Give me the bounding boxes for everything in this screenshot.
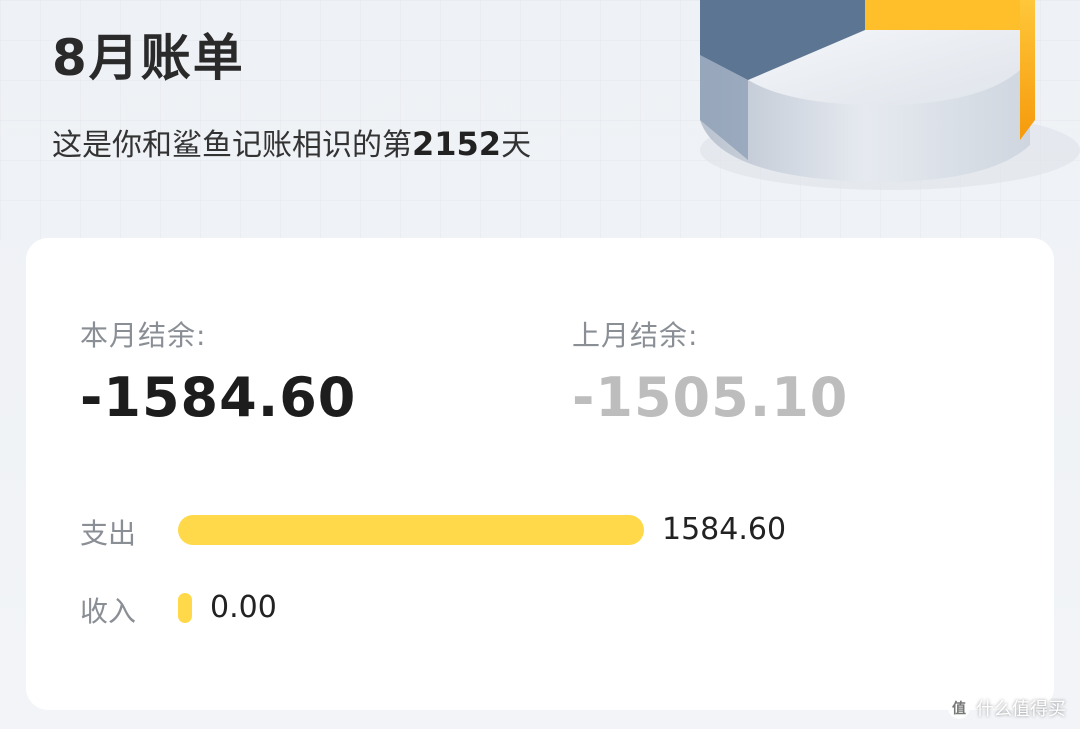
days-count: 2152 [412, 125, 502, 163]
income-label: 收入 [80, 595, 137, 628]
current-balance-value: -1584.60 [80, 366, 357, 429]
previous-balance-value: -1505.10 [572, 366, 849, 429]
subtitle-suffix: 天 [501, 128, 532, 163]
income-value: 0.00 [210, 590, 277, 625]
income-bar [178, 593, 192, 623]
pie-chart-illustration [700, 0, 1080, 190]
subtitle-prefix: 这是你和鲨鱼记账相识的第 [52, 128, 412, 163]
summary-card: 本月结余: -1584.60 上月结余: -1505.10 支出 1584.60… [26, 238, 1054, 710]
watermark-logo-icon: 值 [948, 697, 970, 719]
pie-slice-orange [865, 0, 1030, 30]
pie-slice-orange-side [1020, 0, 1035, 140]
watermark: 值 什么值得买 [948, 695, 1066, 721]
subtitle: 这是你和鲨鱼记账相识的第2152天 [52, 120, 531, 164]
expense-label: 支出 [80, 517, 137, 550]
previous-balance-label: 上月结余: [572, 319, 699, 352]
bill-page: 8月账单 这是你和鲨鱼记账相识的第2152天 本月结余: -1584.60 上月… [0, 0, 1080, 729]
watermark-text: 什么值得买 [976, 699, 1066, 720]
page-title: 8月账单 [52, 29, 245, 87]
current-balance-label: 本月结余: [80, 319, 207, 352]
expense-bar [178, 515, 644, 545]
expense-value: 1584.60 [662, 512, 787, 547]
